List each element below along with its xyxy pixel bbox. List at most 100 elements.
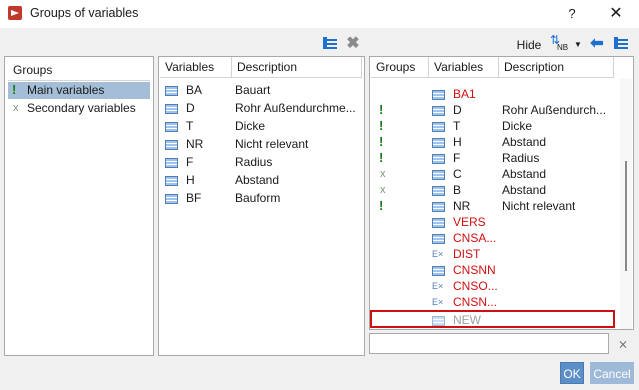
table-icon	[165, 190, 178, 206]
new-variable-row[interactable]: NEW	[370, 310, 615, 328]
variable-description: Radius	[502, 151, 540, 165]
table-icon	[432, 150, 445, 166]
variable-row[interactable]: NR Nicht relevant	[159, 136, 364, 152]
expression-icon: E×	[432, 281, 444, 291]
assigned-row[interactable]: x B Abstand	[370, 182, 620, 198]
groups-panel: Groups ! Main variables x Secondary vari…	[4, 56, 154, 356]
table-icon	[432, 102, 445, 118]
group-marker: !	[379, 134, 384, 149]
table-icon	[432, 198, 445, 214]
table-icon	[432, 262, 445, 278]
expression-icon: E×	[432, 297, 444, 307]
assigned-row[interactable]: ! F Radius	[370, 150, 620, 166]
hide-button[interactable]: Hide	[514, 37, 544, 53]
variable-name: T	[186, 119, 194, 133]
variable-row[interactable]: T Dicke	[159, 118, 364, 134]
variable-name: BF	[186, 191, 202, 205]
variable-name: T	[453, 119, 461, 133]
variable-row[interactable]: BF Bauform	[159, 190, 364, 206]
table-icon	[432, 182, 445, 198]
variable-row[interactable]: D Rohr Außendurchme...	[159, 100, 364, 116]
expression-icon: E×	[432, 249, 444, 259]
variable-description: Radius	[235, 155, 273, 169]
close-button[interactable]: ✕	[604, 4, 628, 24]
vertical-scrollbar[interactable]	[620, 79, 632, 329]
list-view-right-icon[interactable]	[613, 37, 629, 53]
sort-nb-icon[interactable]: ⇅ NB	[548, 34, 570, 54]
list-view-icon[interactable]	[322, 37, 338, 53]
variable-description: Rohr Außendurchme...	[235, 101, 356, 115]
variable-name: CNSN...	[453, 295, 498, 309]
variable-row[interactable]: BA Bauart	[159, 82, 364, 98]
main-group-icon: !	[12, 82, 17, 97]
variable-name: BA1	[453, 87, 476, 101]
variable-name: F	[186, 155, 194, 169]
variable-name: CNSA...	[453, 231, 497, 245]
filter-input[interactable]	[369, 333, 609, 354]
variable-description: Rohr Außendurch...	[502, 103, 607, 117]
column-header-description[interactable]: Description	[232, 57, 362, 78]
assigned-row[interactable]: CNSA...	[370, 230, 620, 246]
table-icon	[165, 154, 178, 170]
table-icon	[165, 100, 178, 116]
table-icon	[432, 214, 445, 230]
variable-name: VERS	[453, 215, 486, 229]
group-marker: !	[379, 102, 384, 117]
group-marker: x	[380, 168, 386, 180]
delete-icon[interactable]: ✖	[345, 36, 361, 52]
assigned-row[interactable]: E× CNSO...	[370, 278, 620, 294]
table-icon	[432, 166, 445, 182]
group-marker: !	[379, 150, 384, 165]
cancel-button[interactable]: Cancel	[590, 362, 634, 384]
variable-name: F	[453, 151, 461, 165]
ok-button[interactable]: OK	[560, 362, 584, 384]
variable-name: CNSNN	[453, 263, 496, 277]
help-button[interactable]: ?	[560, 4, 584, 24]
variable-name: BA	[186, 83, 203, 97]
column-header-variables[interactable]: Variables	[429, 57, 499, 78]
variable-description: Nicht relevant	[235, 137, 309, 151]
variable-description: Dicke	[502, 119, 533, 133]
title-bar: Groups of variables ? ✕	[0, 0, 639, 28]
table-icon	[432, 134, 445, 150]
assigned-row[interactable]: ! H Abstand	[370, 134, 620, 150]
clear-filter-icon[interactable]: ⨯	[614, 336, 632, 352]
variable-description: Abstand	[502, 183, 547, 197]
assigned-row[interactable]: ! NR Nicht relevant	[370, 198, 620, 214]
scrollbar-thumb[interactable]	[625, 161, 627, 271]
assigned-row[interactable]: CNSNN	[370, 262, 620, 278]
secondary-group-icon: x	[13, 102, 19, 114]
available-variables-panel: Variables Description BA Bauart D Rohr A…	[158, 56, 365, 356]
variable-name: NR	[453, 199, 471, 213]
table-icon	[432, 118, 445, 134]
assigned-row[interactable]: ! T Dicke	[370, 118, 620, 134]
group-item-secondary[interactable]: x Secondary variables	[8, 100, 150, 116]
variable-description: Bauform	[235, 191, 281, 205]
variable-name: H	[453, 135, 462, 149]
group-item-main[interactable]: ! Main variables	[8, 82, 150, 99]
variable-name: NEW	[453, 313, 481, 327]
app-icon	[8, 6, 22, 20]
variable-description: Dicke	[235, 119, 266, 133]
column-header-description[interactable]: Description	[499, 57, 614, 78]
column-header-variables[interactable]: Variables	[160, 57, 232, 78]
chevron-down-icon[interactable]: ▼	[572, 37, 584, 53]
variable-description: Bauart	[235, 83, 271, 97]
assigned-row[interactable]: ! D Rohr Außendurch...	[370, 102, 620, 118]
table-icon	[432, 312, 445, 328]
variable-description: Abstand	[235, 173, 280, 187]
variable-name: C	[453, 167, 462, 181]
assigned-row[interactable]: x C Abstand	[370, 166, 620, 182]
variable-row[interactable]: F Radius	[159, 154, 364, 170]
table-icon	[432, 230, 445, 246]
column-header-groups[interactable]: Groups	[371, 57, 429, 78]
arrow-left-icon[interactable]: ⬅	[589, 36, 605, 52]
variable-row[interactable]: H Abstand	[159, 172, 364, 188]
assigned-row[interactable]: BA1	[370, 86, 620, 102]
window-title: Groups of variables	[30, 6, 139, 20]
assigned-row[interactable]: E× DIST	[370, 246, 620, 262]
nb-label: NB	[557, 43, 569, 52]
variable-name: B	[453, 183, 462, 197]
assigned-row[interactable]: E× CNSN...	[370, 294, 620, 310]
assigned-row[interactable]: VERS	[370, 214, 620, 230]
